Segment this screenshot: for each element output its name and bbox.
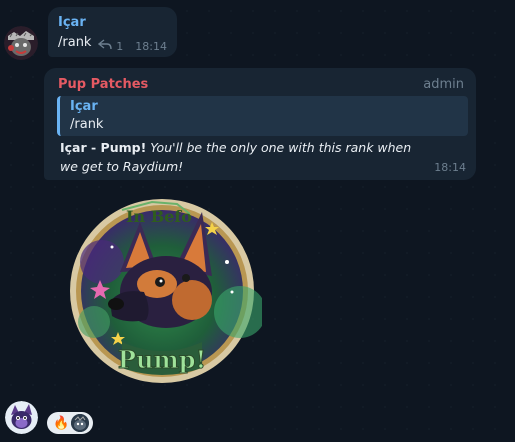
message-body: Içar - Pump! You'll be the only one with…: [60, 138, 428, 176]
user-avatar-icar[interactable]: [4, 26, 38, 60]
message-sender-name[interactable]: Içar: [58, 15, 86, 30]
message-bubble-pup-patches[interactable]: Pup Patches admin Içar /rank Içar - Pump…: [44, 68, 476, 180]
message-time: 18:14: [135, 39, 167, 53]
quote-sender-name: Içar: [70, 99, 98, 114]
message-meta: 1 18:14: [98, 39, 167, 53]
sticker-top-text: In Befo: [126, 207, 192, 226]
fire-icon: 🔥: [53, 415, 70, 431]
reply-count[interactable]: 1: [116, 40, 123, 53]
message-bubble-icar[interactable]: Içar /rank 1 18:14: [48, 7, 177, 57]
admin-badge: admin: [423, 77, 464, 92]
sticker-dog-coin[interactable]: In Befo Pump!: [62, 192, 266, 386]
user-avatar-sender[interactable]: [5, 401, 38, 434]
reactor-avatar: [71, 414, 90, 432]
reaction-pill[interactable]: 🔥: [47, 412, 93, 434]
message-sender-name[interactable]: Pup Patches: [58, 77, 148, 92]
quote-text: /rank: [70, 117, 104, 132]
reply-arrow-icon[interactable]: [98, 39, 112, 53]
message-body-bold: Içar - Pump!: [60, 140, 147, 155]
message-time: 18:14: [434, 161, 466, 174]
message-text: /rank: [58, 35, 92, 50]
reply-quote[interactable]: Içar /rank: [57, 96, 468, 136]
sticker-bottom-text: Pump!: [118, 345, 206, 374]
